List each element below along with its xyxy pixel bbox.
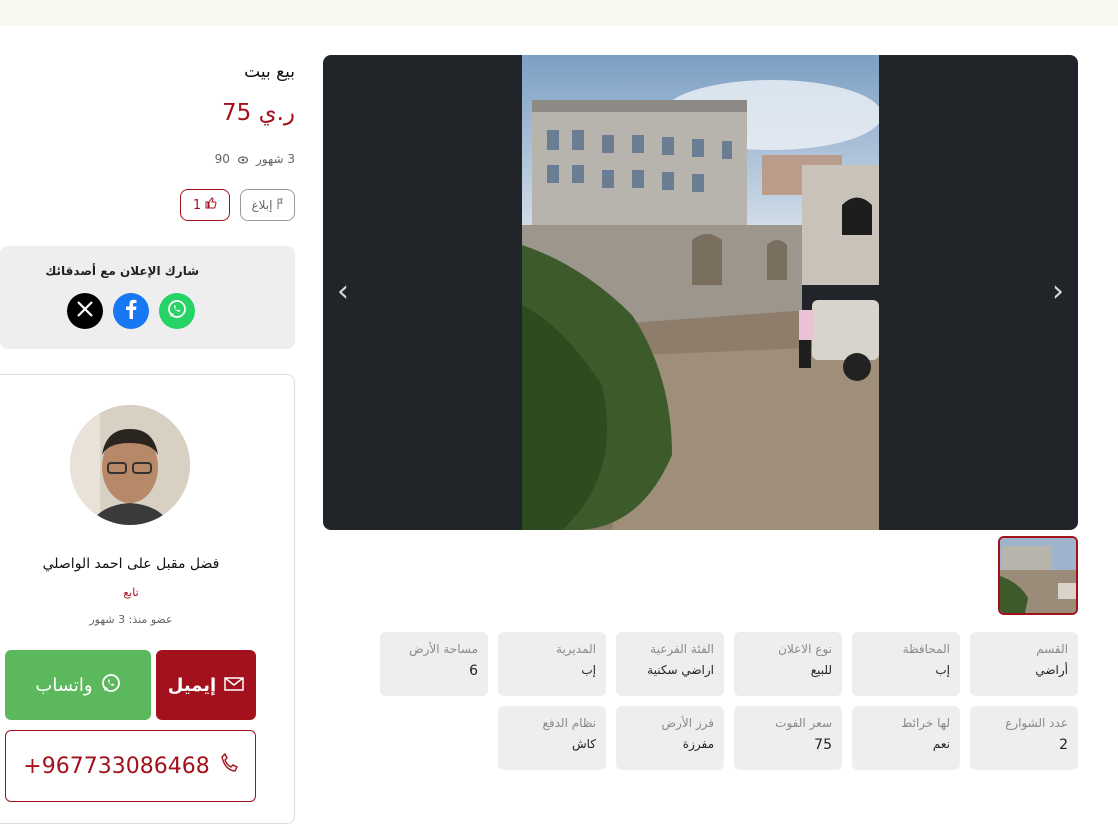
attribute-card: المديرية إب — [498, 632, 606, 696]
listing-photo[interactable] — [522, 55, 879, 530]
top-band — [0, 0, 1118, 26]
report-button[interactable]: إبلاغ — [240, 189, 295, 221]
follow-link[interactable]: تابع — [0, 586, 262, 599]
whatsapp-contact-button[interactable]: واتساب — [5, 650, 151, 720]
attribute-value: 6 — [469, 663, 478, 679]
whatsapp-icon — [101, 673, 121, 698]
image-gallery[interactable]: ‹ › — [323, 55, 1078, 530]
attribute-label: عدد الشوارع — [1005, 716, 1068, 730]
attribute-card: مساحة الأرض 6 — [380, 632, 488, 696]
listing-meta: 3 شهور 90 — [215, 152, 295, 166]
attribute-label: سعر الفوت — [775, 716, 832, 730]
attribute-label: الفئة الفرعية — [650, 642, 714, 656]
eye-icon — [237, 154, 249, 164]
attribute-card: فرز الأرض مفرزة — [616, 706, 724, 770]
posted-ago: 3 شهور — [255, 152, 295, 166]
attribute-value: إب — [581, 663, 596, 677]
whatsapp-icon — [167, 299, 187, 323]
listing-title: بيع بيت — [244, 62, 295, 82]
flag-icon — [276, 198, 284, 213]
attribute-value: مفرزة — [682, 737, 714, 751]
next-image-arrow-icon[interactable]: › — [1043, 277, 1073, 307]
phone-icon — [220, 752, 238, 779]
envelope-icon — [224, 675, 244, 696]
facebook-share-button[interactable] — [113, 293, 149, 329]
attribute-value: نعم — [932, 737, 950, 751]
attribute-value: أراضي — [1035, 663, 1068, 677]
whatsapp-share-button[interactable] — [159, 293, 195, 329]
attribute-value: 75 — [814, 737, 832, 753]
share-panel: شارك الإعلان مع أصدقائك — [0, 246, 295, 349]
attribute-label: المحافظة — [902, 642, 950, 656]
previous-image-arrow-icon[interactable]: ‹ — [328, 277, 358, 307]
facebook-icon — [124, 299, 138, 323]
report-label: إبلاغ — [251, 198, 273, 212]
thumbs-up-icon — [205, 197, 217, 213]
attribute-value: اراضي سكنية — [647, 663, 714, 677]
email-contact-button[interactable]: إيميل — [156, 650, 256, 720]
listing-price: 75 ر.ي — [222, 100, 295, 126]
seller-avatar[interactable] — [70, 405, 190, 525]
whatsapp-contact-label: واتساب — [35, 674, 93, 696]
email-contact-label: إيميل — [167, 674, 217, 696]
attribute-label: لها خرائط — [901, 716, 950, 730]
view-count: 90 — [214, 152, 230, 166]
attribute-value: إب — [935, 663, 950, 677]
phone-contact-button[interactable]: +967733086468 — [5, 730, 256, 802]
attribute-card: الفئة الفرعية اراضي سكنية — [616, 632, 724, 696]
member-since: عضو منذ: 3 شهور — [89, 613, 173, 626]
x-icon — [76, 300, 94, 322]
attribute-card: سعر الفوت 75 — [734, 706, 842, 770]
attribute-label: القسم — [1036, 642, 1068, 656]
like-count: 1 — [192, 197, 202, 213]
attribute-label: مساحة الأرض — [409, 642, 478, 656]
like-button[interactable]: 1 — [180, 189, 230, 221]
attribute-card: المحافظة إب — [852, 632, 960, 696]
attribute-card: لها خرائط نعم — [852, 706, 960, 770]
attribute-card: القسم أراضي — [970, 632, 1078, 696]
attribute-value: كاش — [571, 737, 596, 751]
attribute-label: نظام الدفع — [542, 716, 597, 730]
attribute-label: فرز الأرض — [661, 716, 714, 730]
attribute-label: المديرية — [556, 642, 596, 656]
phone-number: +967733086468 — [23, 753, 210, 779]
gallery-thumbnail[interactable] — [998, 536, 1078, 615]
attribute-card: نوع الاعلان للبيع — [734, 632, 842, 696]
attribute-value: للبيع — [810, 663, 832, 677]
share-title: شارك الإعلان مع أصدقائك — [45, 264, 199, 278]
attribute-card: نظام الدفع كاش — [498, 706, 606, 770]
seller-name[interactable]: فضل مقبل على احمد الواصلي — [0, 556, 262, 572]
attribute-label: نوع الاعلان — [778, 642, 832, 656]
x-share-button[interactable] — [67, 293, 103, 329]
attribute-card: عدد الشوارع 2 — [970, 706, 1078, 770]
attribute-value: 2 — [1059, 737, 1068, 753]
